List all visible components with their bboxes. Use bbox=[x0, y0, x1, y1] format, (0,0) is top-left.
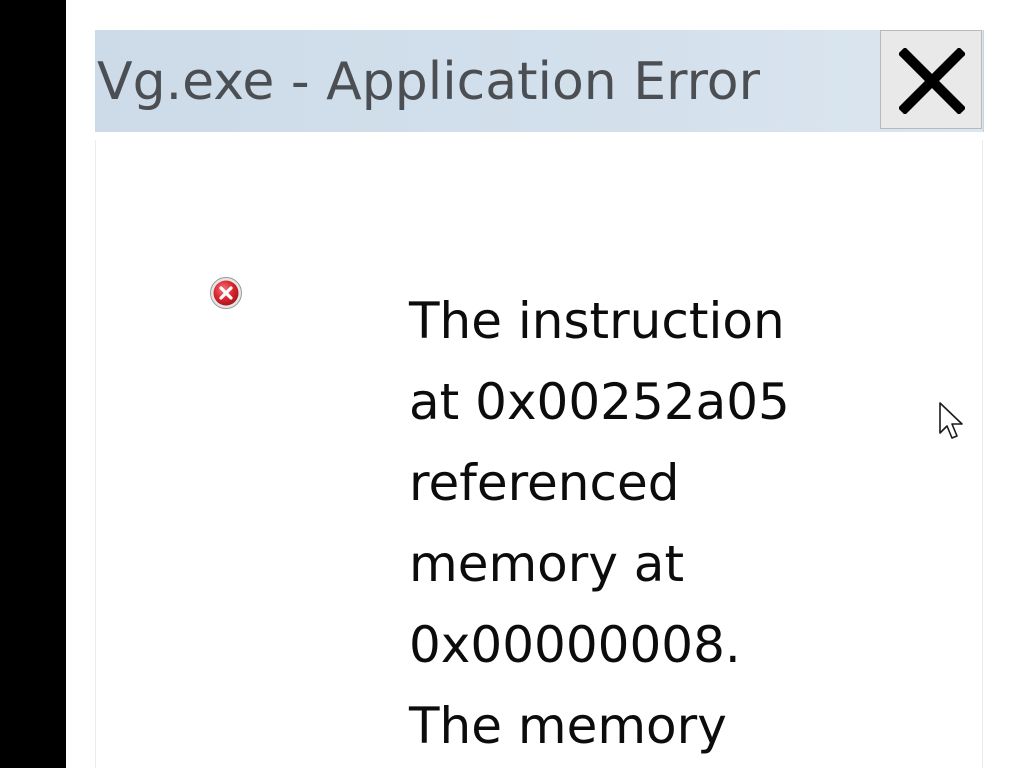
message-line: 0x00000008. bbox=[409, 616, 741, 674]
desktop-screen: Vg.exe - Application Error The instructi… bbox=[0, 0, 1024, 768]
message-line: at 0x00252a05 bbox=[409, 373, 790, 431]
close-icon bbox=[899, 48, 965, 114]
mouse-pointer-icon bbox=[939, 402, 963, 439]
message-line: memory at bbox=[409, 535, 685, 593]
message-line: The instruction bbox=[409, 292, 785, 350]
message-line: The memory bbox=[409, 697, 727, 755]
dialog-title: Vg.exe - Application Error bbox=[97, 52, 760, 112]
close-button[interactable] bbox=[880, 30, 982, 129]
error-message: The instruction at 0x00252a05 referenced… bbox=[409, 281, 839, 767]
dialog-titlebar[interactable]: Vg.exe - Application Error bbox=[95, 30, 984, 132]
error-icon bbox=[210, 277, 242, 309]
message-line: referenced bbox=[409, 454, 680, 512]
